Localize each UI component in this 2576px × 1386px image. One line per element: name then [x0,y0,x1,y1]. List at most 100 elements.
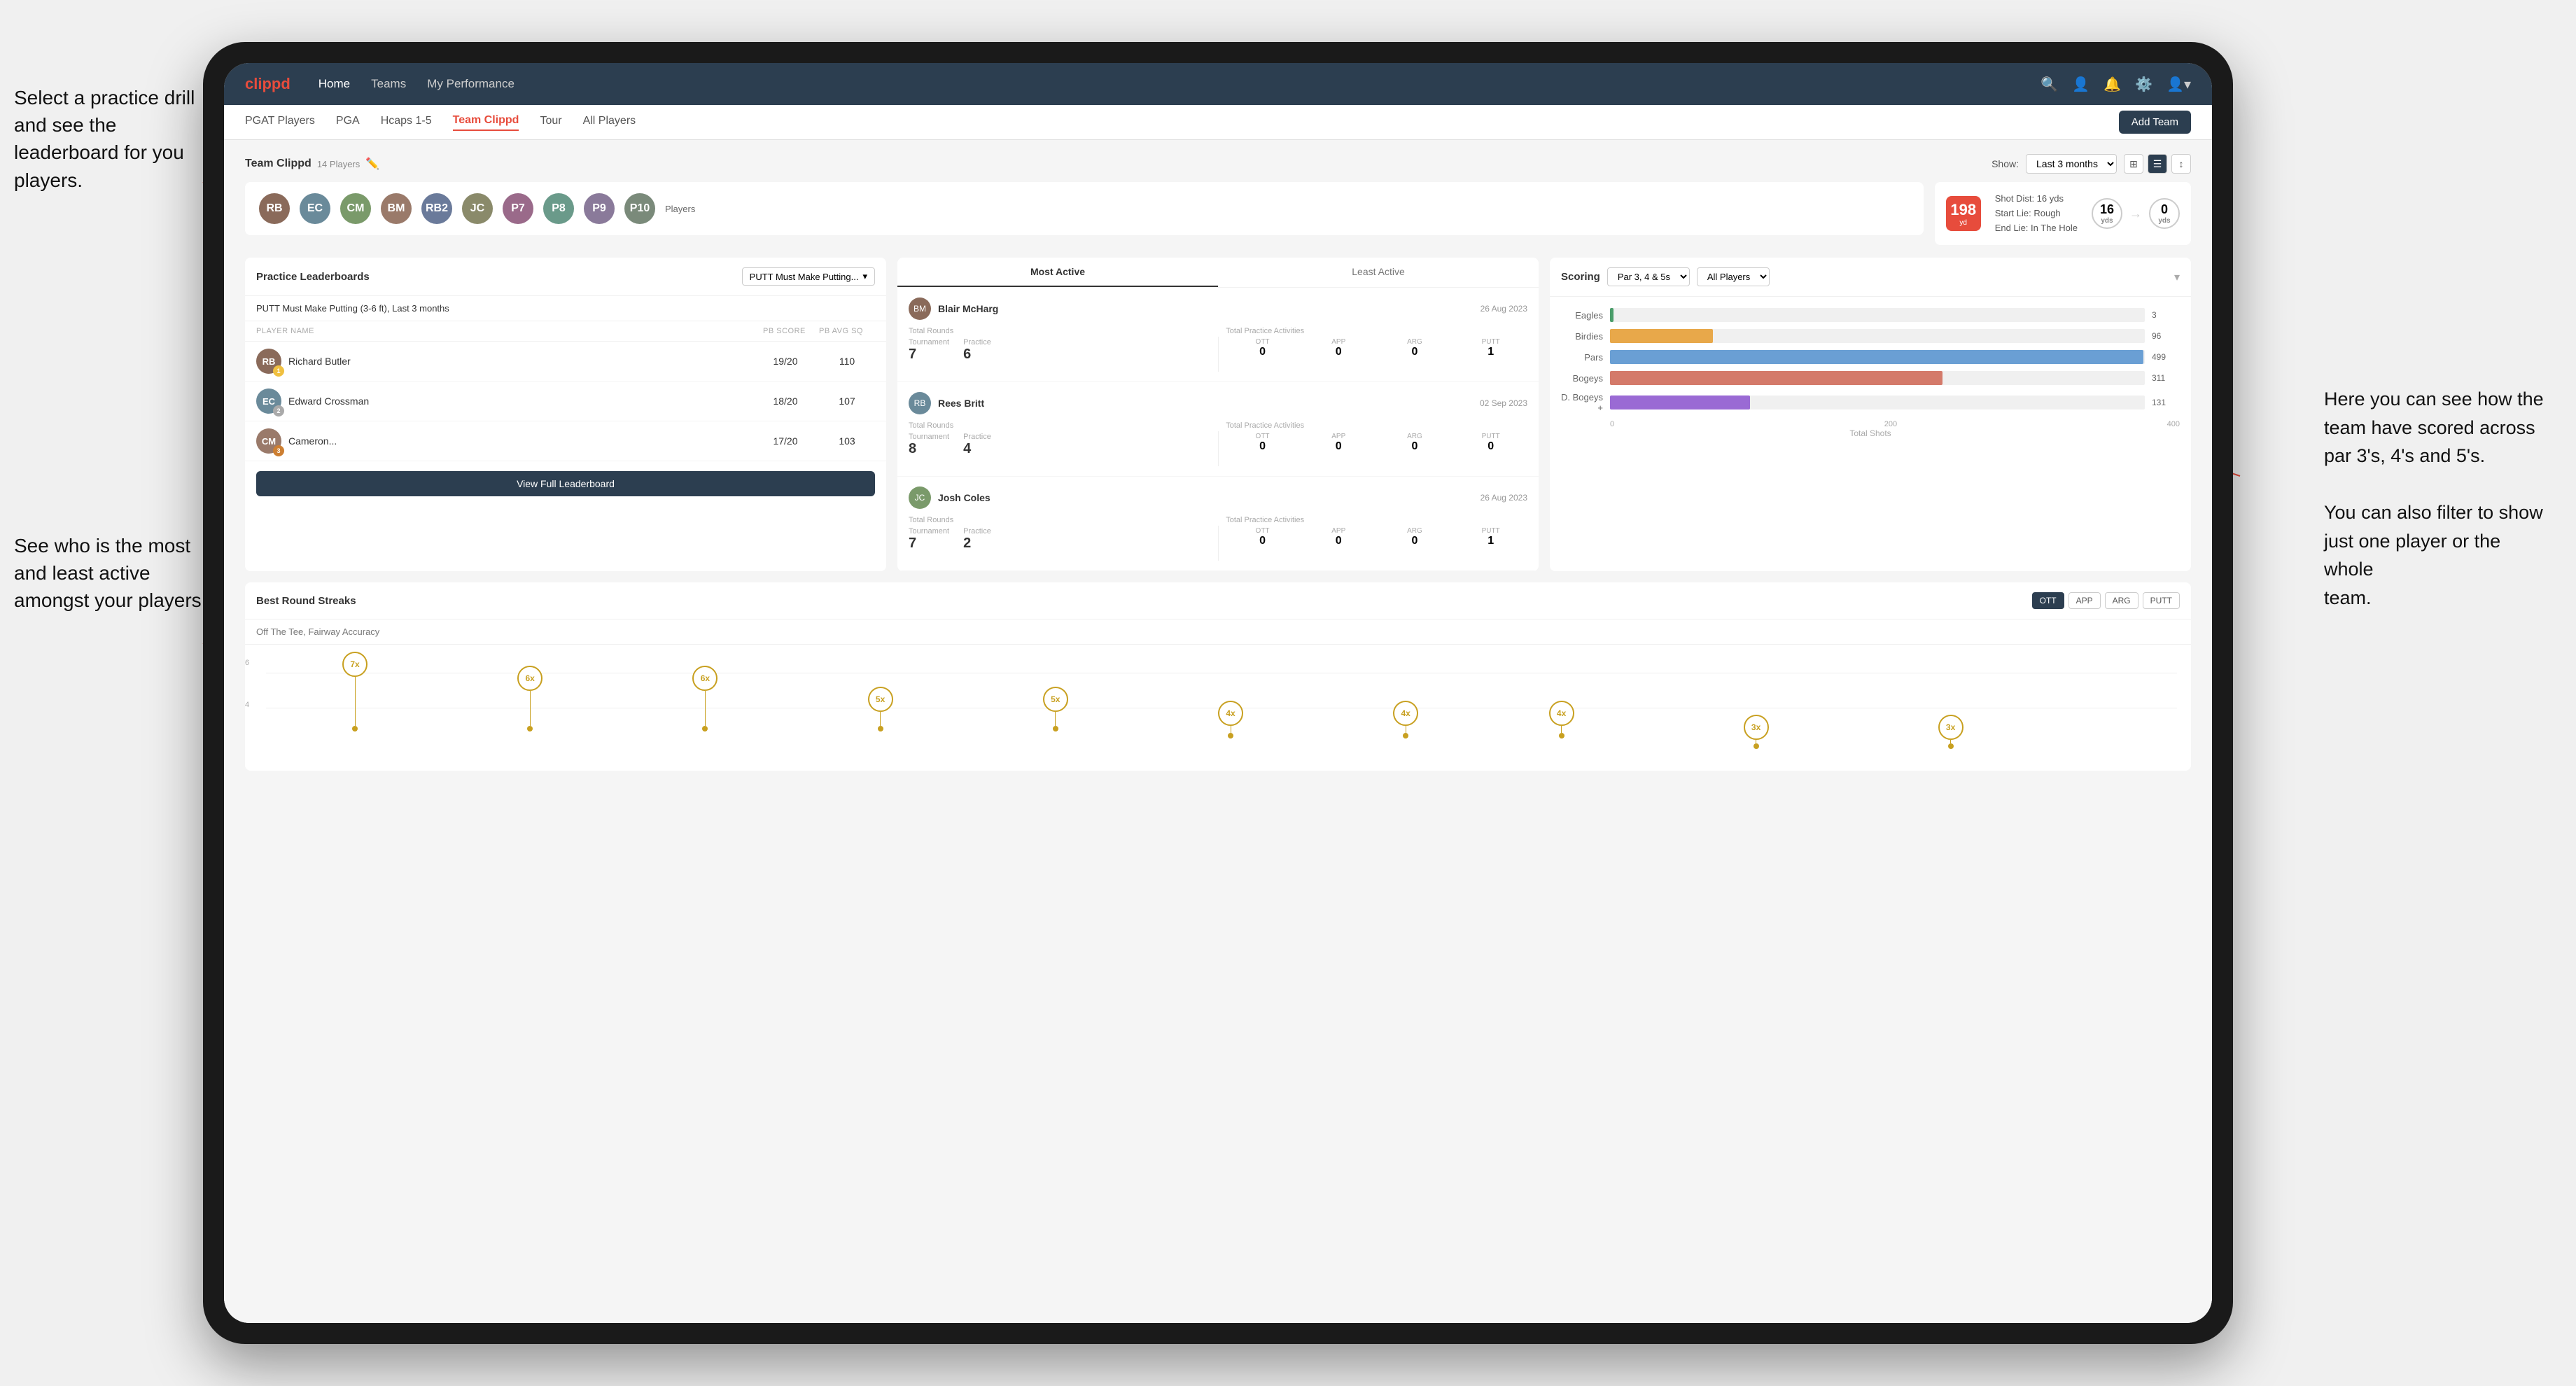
player-avatar-1[interactable]: RB [259,193,290,224]
show-label: Show: [1991,158,2019,169]
player-avatar-6[interactable]: JC [462,193,493,224]
activity-player-3: JC Josh Coles [909,486,990,509]
scoring-chevron-icon[interactable]: ▾ [2174,270,2180,284]
leaderboard-title: Practice Leaderboards [256,271,370,283]
streaks-tab-putt[interactable]: PUTT [2143,592,2180,609]
bar-fill-eagles [1610,308,1614,322]
app-1: 0 [1302,346,1376,358]
bar-row-pars: Pars 499 [1561,350,2180,364]
leaderboard-row-3[interactable]: CM 3 Cameron... 17/20 103 [245,421,886,461]
leaderboard-avatar-1: RB 1 [256,349,281,374]
ott-1: 0 [1226,346,1299,358]
period-select[interactable]: Last 3 months Last 6 months Last year [2026,154,2117,174]
activity-date-3: 26 Aug 2023 [1480,493,1527,503]
add-team-button[interactable]: Add Team [2119,111,2191,134]
streaks-tab-app[interactable]: APP [2068,592,2101,609]
nav-my-performance[interactable]: My Performance [427,77,514,91]
bar-label-eagles: Eagles [1561,310,1603,321]
subnav-tour[interactable]: Tour [540,115,561,130]
avg-2: 107 [819,396,875,407]
bar-value-eagles: 3 [2152,310,2180,320]
bar-label-dbogeys: D. Bogeys + [1561,392,1603,413]
leaderboard-avatar-2: EC 2 [256,388,281,414]
streaks-tab-arg[interactable]: ARG [2105,592,2138,609]
bar-track-dbogeys [1610,396,2145,410]
streaks-header: Best Round Streaks OTT APP ARG PUTT [245,582,2191,620]
rank-badge-1: 1 [273,365,284,377]
streak-circle-8: 4x [1549,701,1574,726]
view-full-leaderboard-button[interactable]: View Full Leaderboard [256,471,875,496]
bar-fill-dbogeys [1610,396,1750,410]
players-label: Players [665,204,695,214]
activity-avatar-1: BM [909,298,931,320]
subnav-all-players[interactable]: All Players [583,115,636,130]
user-avatar-icon[interactable]: 👤▾ [2166,76,2191,93]
show-filter: Show: Last 3 months Last 6 months Last y… [1991,154,2191,174]
list-view-icon[interactable]: ☰ [2148,154,2167,174]
grid-view-icon[interactable]: ⊞ [2124,154,2143,174]
player-avatar-3[interactable]: CM [340,193,371,224]
nav-teams[interactable]: Teams [371,77,406,91]
drill-dropdown[interactable]: PUTT Must Make Putting... ▾ [742,267,875,286]
subnav-hcaps[interactable]: Hcaps 1-5 [381,115,432,130]
player-avatar-7[interactable]: P7 [503,193,533,224]
search-icon[interactable]: 🔍 [2040,76,2058,93]
settings-icon[interactable]: ⚙️ [2135,76,2152,93]
chart-view-icon[interactable]: ↕ [2171,154,2191,174]
player-avatar-8[interactable]: P8 [543,193,574,224]
annotation-top-left: Select a practice drill and see the lead… [14,84,210,194]
activity-card: Most Active Least Active BM Blair McHarg… [897,258,1539,571]
scoring-card: Scoring Par 3, 4 & 5s Par 3s only Par 4s… [1550,258,2191,571]
edit-team-icon[interactable]: ✏️ [365,157,379,171]
chart-axis: 0 200 400 [1561,420,2180,428]
shot-info-card: 198 yd Shot Dist: 16 yds Start Lie: Roug… [1935,182,2191,245]
streak-circle-7: 4x [1393,701,1418,726]
bar-value-dbogeys: 131 [2152,398,2180,407]
activity-entry-1: BM Blair McHarg 26 Aug 2023 Total Rounds… [897,288,1539,382]
activity-player-1: BM Blair McHarg [909,298,998,320]
activity-entry-header-2: RB Rees Britt 02 Sep 2023 [909,392,1527,414]
activity-player-2: RB Rees Britt [909,392,984,414]
player-avatar-4[interactable]: BM [381,193,412,224]
nav-icons: 🔍 👤 🔔 ⚙️ 👤▾ [2040,76,2191,93]
player-name-lb-1: Richard Butler [288,356,351,367]
activity-date-1: 26 Aug 2023 [1480,304,1527,314]
player-avatar-9[interactable]: P9 [584,193,615,224]
bar-value-bogeys: 311 [2152,373,2180,383]
main-content: Team Clippd 14 Players ✏️ Show: Last 3 m… [224,140,2212,1323]
least-active-tab[interactable]: Least Active [1218,258,1539,287]
streak-point-6: 4x [1218,701,1243,738]
subnav-pgat[interactable]: PGAT Players [245,115,315,130]
leaderboard-row-2[interactable]: EC 2 Edward Crossman 18/20 107 [245,382,886,421]
leaderboard-subtitle: PUTT Must Make Putting (3-6 ft), Last 3 … [245,296,886,321]
streaks-tab-ott[interactable]: OTT [2032,592,2064,609]
scoring-title: Scoring [1561,271,1600,283]
streak-point-10: 3x [1938,715,1963,749]
player-info-1: RB 1 Richard Butler [256,349,752,374]
player-filter-select[interactable]: All Players [1697,267,1770,286]
subnav-pga[interactable]: PGA [336,115,360,130]
streaks-chart-area: 6 4 7x 6x [245,645,2191,771]
bar-value-pars: 499 [2152,352,2180,362]
bell-icon[interactable]: 🔔 [2104,76,2121,93]
activity-name-3: Josh Coles [938,492,990,503]
player-avatar-2[interactable]: EC [300,193,330,224]
players-row: RB EC CM BM RB2 JC P7 P8 P9 P10 Players [245,182,1924,235]
tournament-3: 7 [909,536,949,552]
total-practice-label-2: Total Practice Activities [1226,421,1527,430]
par-filter-select[interactable]: Par 3, 4 & 5s Par 3s only Par 4s only Pa… [1607,267,1690,286]
player-avatar-10[interactable]: P10 [624,193,655,224]
activity-entry-2: RB Rees Britt 02 Sep 2023 Total Rounds T… [897,382,1539,477]
player-avatar-5[interactable]: RB2 [421,193,452,224]
app-2: 0 [1302,440,1376,453]
total-practice-label-1: Total Practice Activities [1226,327,1527,335]
bar-label-birdies: Birdies [1561,331,1603,342]
nav-home[interactable]: Home [318,77,350,91]
most-active-tab[interactable]: Most Active [897,258,1218,287]
streak-circle-9: 3x [1744,715,1769,740]
streak-circle-3: 6x [692,666,718,691]
subnav-team-clippd[interactable]: Team Clippd [453,114,519,131]
people-icon[interactable]: 👤 [2072,76,2090,93]
activity-entry-header-3: JC Josh Coles 26 Aug 2023 [909,486,1527,509]
leaderboard-row-1[interactable]: RB 1 Richard Butler 19/20 110 [245,342,886,382]
